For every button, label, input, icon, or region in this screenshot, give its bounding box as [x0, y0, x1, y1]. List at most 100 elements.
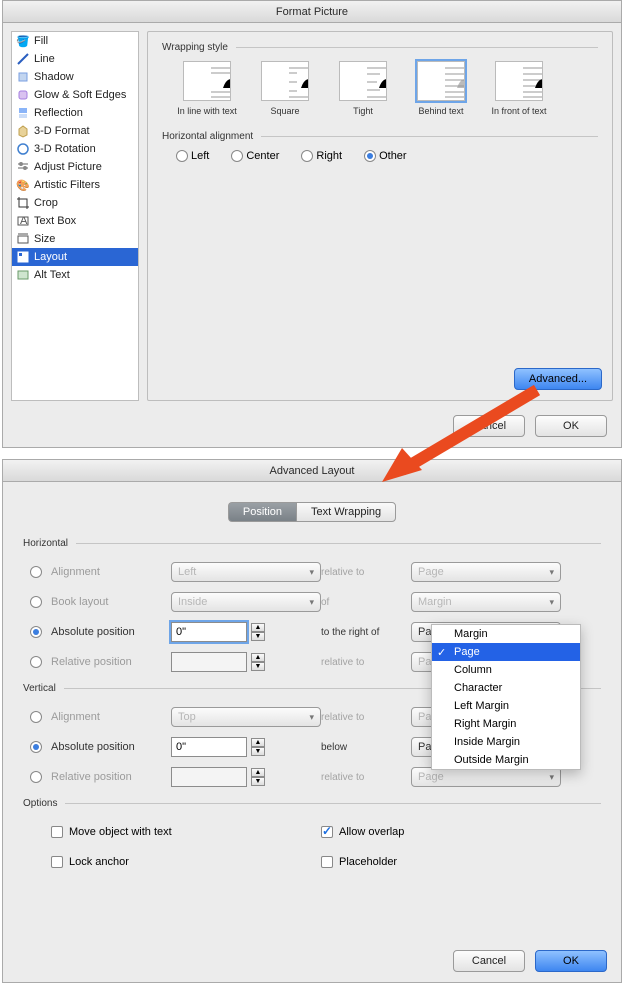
sidebar-item-reflection[interactable]: Reflection — [12, 104, 138, 122]
step-up-icon[interactable]: ▲ — [251, 623, 265, 632]
sidebar-item-label: Alt Text — [34, 269, 70, 281]
v-alignment-radio[interactable] — [30, 711, 42, 723]
step-up-icon[interactable]: ▲ — [251, 653, 265, 662]
stepper[interactable]: ▲▼ — [251, 653, 265, 671]
cube-icon — [16, 124, 30, 138]
radio-label: Left — [191, 150, 209, 162]
menu-item-outside-margin[interactable]: Outside Margin — [432, 751, 580, 769]
stepper[interactable]: ▲▼ — [251, 768, 265, 786]
tab-text-wrapping[interactable]: Text Wrapping — [296, 502, 396, 522]
sidebar-item-text-box[interactable]: A Text Box — [12, 212, 138, 230]
step-down-icon[interactable]: ▼ — [251, 632, 265, 641]
stepper[interactable]: ▲▼ — [251, 623, 265, 641]
tab-position[interactable]: Position — [228, 502, 296, 522]
step-down-icon[interactable]: ▼ — [251, 747, 265, 756]
sidebar-item-artistic-filters[interactable]: 🎨Artistic Filters — [12, 176, 138, 194]
menu-item-label: Character — [454, 682, 502, 694]
sidebar-item-adjust-picture[interactable]: Adjust Picture — [12, 158, 138, 176]
menu-item-page[interactable]: ✓Page — [432, 643, 580, 661]
step-down-icon[interactable]: ▼ — [251, 777, 265, 786]
wrap-tight[interactable]: Tight — [332, 61, 394, 117]
v-abspos-radio[interactable] — [30, 741, 42, 753]
cancel-button[interactable]: Cancel — [453, 950, 525, 972]
advanced-button[interactable]: Advanced... — [514, 368, 602, 390]
cancel-button[interactable]: Cancel — [453, 415, 525, 437]
move-object-checkbox[interactable]: Move object with text — [51, 826, 172, 838]
step-up-icon[interactable]: ▲ — [251, 768, 265, 777]
sidebar-item-label: Layout — [34, 251, 67, 263]
sidebar-item-fill[interactable]: 🪣Fill — [12, 32, 138, 50]
sidebar-item-crop[interactable]: Crop — [12, 194, 138, 212]
v-relpos-relto-dropdown[interactable]: Page▾ — [411, 767, 561, 787]
h-relpos-input[interactable] — [171, 652, 247, 672]
h-alignment-relto-dropdown[interactable]: Page ▾ — [411, 562, 561, 582]
h-abspos-radio[interactable] — [30, 626, 42, 638]
stepper[interactable]: ▲▼ — [251, 738, 265, 756]
window-title: Advanced Layout — [3, 460, 621, 482]
sidebar-item-glow[interactable]: Glow & Soft Edges — [12, 86, 138, 104]
sidebar-item-line[interactable]: Line — [12, 50, 138, 68]
category-sidebar: 🪣Fill Line Shadow Glow & Soft Edges Refl… — [11, 31, 139, 401]
sidebar-item-layout[interactable]: Layout — [12, 248, 138, 266]
menu-item-left-margin[interactable]: Left Margin — [432, 697, 580, 715]
line-icon — [16, 52, 30, 66]
wrap-square[interactable]: Square — [254, 61, 316, 117]
menu-item-label: Left Margin — [454, 700, 509, 712]
dropdown-value: Page — [418, 566, 444, 578]
wrap-label: Square — [254, 105, 316, 117]
v-relpos-input[interactable] — [171, 767, 247, 787]
wrap-behind[interactable]: Behind text — [410, 61, 472, 117]
h-book-radio[interactable] — [30, 596, 42, 608]
h-alignment-radio[interactable] — [30, 566, 42, 578]
menu-item-character[interactable]: Character — [432, 679, 580, 697]
wrap-inline[interactable]: In line with text — [176, 61, 238, 117]
reflection-icon — [16, 106, 30, 120]
menu-item-inside-margin[interactable]: Inside Margin — [432, 733, 580, 751]
h-book-dropdown[interactable]: Inside▾ — [171, 592, 321, 612]
lock-anchor-checkbox[interactable]: Lock anchor — [51, 856, 129, 868]
sidebar-item-3d-format[interactable]: 3-D Format — [12, 122, 138, 140]
halign-right[interactable]: Right — [301, 150, 342, 162]
textbox-icon: A — [16, 214, 30, 228]
sliders-icon — [16, 160, 30, 174]
sidebar-item-3d-rotation[interactable]: 3-D Rotation — [12, 140, 138, 158]
menu-item-label: Inside Margin — [454, 736, 520, 748]
glow-icon — [16, 88, 30, 102]
svg-text:A: A — [20, 215, 28, 227]
radio-label: Other — [379, 150, 407, 162]
halign-center[interactable]: Center — [231, 150, 279, 162]
sidebar-item-label: Text Box — [34, 215, 76, 227]
menu-item-column[interactable]: Column — [432, 661, 580, 679]
placeholder-checkbox[interactable]: Placeholder — [321, 856, 397, 868]
sidebar-item-label: Line — [34, 53, 55, 65]
menu-item-right-margin[interactable]: Right Margin — [432, 715, 580, 733]
chevron-updown-icon: ▾ — [549, 772, 554, 783]
h-relto-label: relative to — [321, 567, 411, 578]
h-relpos-radio[interactable] — [30, 656, 42, 668]
h-abspos-input[interactable] — [171, 622, 247, 642]
sidebar-item-label: Fill — [34, 35, 48, 47]
h-alignment-dropdown[interactable]: Left ▾ — [171, 562, 321, 582]
step-up-icon[interactable]: ▲ — [251, 738, 265, 747]
dropdown-value: Left — [178, 566, 196, 578]
sidebar-item-shadow[interactable]: Shadow — [12, 68, 138, 86]
halign-left[interactable]: Left — [176, 150, 209, 162]
ok-button[interactable]: OK — [535, 415, 607, 437]
allow-overlap-checkbox[interactable]: Allow overlap — [321, 826, 404, 838]
step-down-icon[interactable]: ▼ — [251, 662, 265, 671]
h-book-of-dropdown[interactable]: Margin▾ — [411, 592, 561, 612]
sidebar-item-alt-text[interactable]: Alt Text — [12, 266, 138, 284]
halign-other[interactable]: Other — [364, 150, 407, 162]
wrap-label: Behind text — [410, 105, 472, 117]
v-abspos-input[interactable] — [171, 737, 247, 757]
v-relpos-radio[interactable] — [30, 771, 42, 783]
checkbox-label: Move object with text — [69, 826, 172, 838]
sidebar-item-size[interactable]: Size — [12, 230, 138, 248]
menu-item-label: Column — [454, 664, 492, 676]
wrap-infront[interactable]: In front of text — [488, 61, 550, 117]
menu-item-margin[interactable]: Margin — [432, 625, 580, 643]
v-alignment-dropdown[interactable]: Top▾ — [171, 707, 321, 727]
ok-button[interactable]: OK — [535, 950, 607, 972]
chevron-updown-icon: ▾ — [549, 567, 554, 578]
chevron-updown-icon: ▾ — [309, 567, 314, 578]
